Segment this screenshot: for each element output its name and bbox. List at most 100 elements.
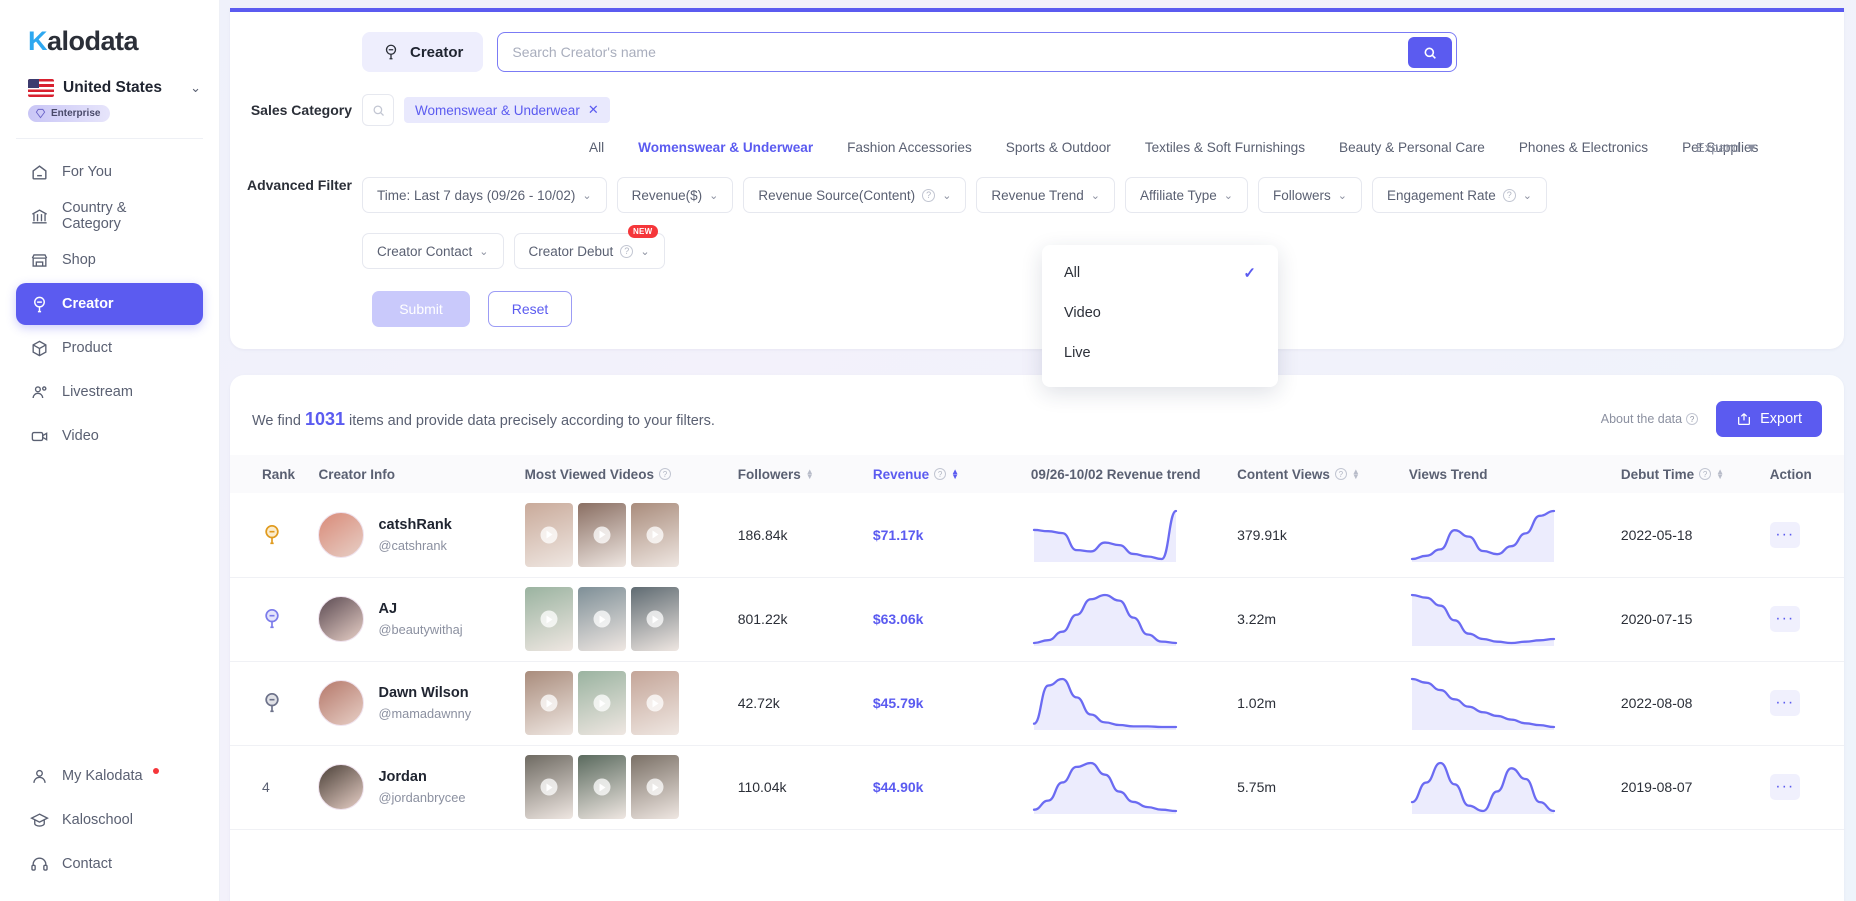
video-thumbnail[interactable] bbox=[525, 755, 573, 819]
video-thumbnail[interactable] bbox=[525, 671, 573, 735]
about-the-data-link[interactable]: About the data ? bbox=[1601, 412, 1698, 426]
export-icon bbox=[1736, 411, 1752, 427]
play-icon bbox=[646, 779, 663, 796]
video-thumbnail[interactable] bbox=[525, 503, 573, 567]
avatar[interactable] bbox=[318, 596, 364, 642]
sparkline-chart bbox=[1409, 676, 1557, 730]
sidebar-item-creator[interactable]: Creator bbox=[16, 283, 203, 325]
video-thumbnail[interactable] bbox=[631, 755, 679, 819]
filter-creator-contact[interactable]: Creator Contact ⌄ bbox=[362, 233, 504, 269]
avatar[interactable] bbox=[318, 680, 364, 726]
cell-creator-info[interactable]: Jordan@jordanbrycee bbox=[312, 745, 518, 829]
logo[interactable]: Kalodata bbox=[0, 0, 219, 63]
search-type-creator-button[interactable]: Creator bbox=[362, 32, 483, 72]
avatar[interactable] bbox=[318, 512, 364, 558]
search-icon bbox=[1422, 45, 1438, 61]
sidebar-item-product[interactable]: Product bbox=[16, 327, 203, 369]
row-actions-button[interactable]: ··· bbox=[1770, 690, 1800, 716]
video-thumbnail[interactable] bbox=[578, 671, 626, 735]
cell-creator-info[interactable]: AJ@beautywithaj bbox=[312, 577, 518, 661]
cell-most-viewed-videos bbox=[519, 745, 732, 829]
cell-views-trend bbox=[1403, 493, 1615, 577]
info-icon[interactable]: ? bbox=[1503, 189, 1516, 202]
info-icon[interactable]: ? bbox=[922, 189, 935, 202]
sidebar-divider bbox=[16, 138, 203, 139]
tab-beauty-personal-care[interactable]: Beauty & Personal Care bbox=[1322, 140, 1502, 155]
creator-table: Rank Creator Info Most Viewed Videos? Fo… bbox=[230, 455, 1844, 830]
col-content-views[interactable]: Content Views?▲▼ bbox=[1231, 455, 1403, 493]
cell-rank bbox=[230, 493, 312, 577]
sidebar-item-shop[interactable]: Shop bbox=[16, 239, 203, 281]
sort-icon[interactable]: ▲▼ bbox=[1352, 469, 1360, 479]
export-button[interactable]: Export bbox=[1716, 401, 1822, 437]
filter-revenue-source-content[interactable]: Revenue Source(Content) ? ⌄ bbox=[743, 177, 966, 213]
row-actions-button[interactable]: ··· bbox=[1770, 522, 1800, 548]
category-search-button[interactable] bbox=[362, 94, 394, 126]
sidebar-item-kaloschool[interactable]: Kaloschool bbox=[16, 799, 203, 841]
sort-icon[interactable]: ▲▼ bbox=[806, 469, 814, 479]
cell-creator-info[interactable]: catshRank@catshrank bbox=[312, 493, 518, 577]
chevron-down-icon: ⌄ bbox=[640, 245, 649, 258]
tab-textiles-soft-furnishings[interactable]: Textiles & Soft Furnishings bbox=[1128, 140, 1322, 155]
selected-category-tag[interactable]: Womenswear & Underwear ✕ bbox=[404, 97, 610, 123]
filter-affiliate-type[interactable]: Affiliate Type ⌄ bbox=[1125, 177, 1248, 213]
sidebar-item-video[interactable]: Video bbox=[16, 415, 203, 457]
cell-followers: 42.72k bbox=[732, 661, 867, 745]
video-thumbnail[interactable] bbox=[578, 503, 626, 567]
row-actions-button[interactable]: ··· bbox=[1770, 606, 1800, 632]
reset-button[interactable]: Reset bbox=[488, 291, 572, 327]
sidebar-item-country-category[interactable]: Country & Category bbox=[16, 195, 203, 237]
results-prefix: We find bbox=[252, 413, 301, 429]
table-row[interactable]: catshRank@catshrank186.84k$71.17k379.91k… bbox=[230, 493, 1844, 577]
sort-icon[interactable]: ▲▼ bbox=[1716, 469, 1724, 479]
dropdown-option-video[interactable]: Video bbox=[1042, 293, 1278, 333]
info-icon[interactable]: ? bbox=[659, 468, 671, 480]
search-submit-button[interactable] bbox=[1408, 37, 1452, 68]
info-icon[interactable]: ? bbox=[1699, 468, 1711, 480]
filter-engagement-rate[interactable]: Engagement Rate ? ⌄ bbox=[1372, 177, 1547, 213]
cell-creator-info[interactable]: Dawn Wilson@mamadawnny bbox=[312, 661, 518, 745]
sidebar-item-livestream[interactable]: Livestream bbox=[16, 371, 203, 413]
avatar[interactable] bbox=[318, 764, 364, 810]
col-revenue[interactable]: Revenue?▲▼ bbox=[867, 455, 1025, 493]
table-row[interactable]: AJ@beautywithaj801.22k$63.06k3.22m2020-0… bbox=[230, 577, 1844, 661]
search-box[interactable] bbox=[497, 32, 1457, 72]
info-icon[interactable]: ? bbox=[620, 245, 633, 258]
tab-phones-electronics[interactable]: Phones & Electronics bbox=[1502, 140, 1665, 155]
play-icon bbox=[646, 695, 663, 712]
filter-time[interactable]: Time: Last 7 days (09/26 - 10/02) ⌄ bbox=[362, 177, 607, 213]
dropdown-option-live[interactable]: Live bbox=[1042, 333, 1278, 373]
video-thumbnail[interactable] bbox=[578, 587, 626, 651]
video-thumbnail[interactable] bbox=[631, 671, 679, 735]
video-thumbnail[interactable] bbox=[631, 587, 679, 651]
filter-followers[interactable]: Followers ⌄ bbox=[1258, 177, 1362, 213]
close-icon[interactable]: ✕ bbox=[588, 102, 599, 118]
filter-revenue[interactable]: Revenue($) ⌄ bbox=[617, 177, 734, 213]
sort-icon[interactable]: ▲▼ bbox=[951, 469, 959, 479]
sidebar-item-contact[interactable]: Contact bbox=[16, 843, 203, 885]
dropdown-option-all[interactable]: All ✓ bbox=[1042, 253, 1278, 293]
tab-womenswear-underwear[interactable]: Womenswear & Underwear bbox=[621, 140, 830, 155]
expand-tabs-button[interactable]: Expand ▼ bbox=[1696, 140, 1758, 155]
tab-sports-outdoor[interactable]: Sports & Outdoor bbox=[989, 140, 1128, 155]
tab-fashion-accessories[interactable]: Fashion Accessories bbox=[830, 140, 989, 155]
col-followers[interactable]: Followers▲▼ bbox=[732, 455, 867, 493]
table-row[interactable]: Dawn Wilson@mamadawnny42.72k$45.79k1.02m… bbox=[230, 661, 1844, 745]
col-debut-time[interactable]: Debut Time?▲▼ bbox=[1615, 455, 1764, 493]
video-thumbnail[interactable] bbox=[631, 503, 679, 567]
filter-creator-debut[interactable]: NEW Creator Debut ? ⌄ bbox=[514, 233, 665, 269]
search-row: Creator bbox=[230, 12, 1844, 72]
row-actions-button[interactable]: ··· bbox=[1770, 774, 1800, 800]
search-input[interactable] bbox=[512, 44, 1456, 60]
tab-all[interactable]: All bbox=[572, 140, 621, 155]
filter-revenue-trend[interactable]: Revenue Trend ⌄ bbox=[976, 177, 1115, 213]
info-icon[interactable]: ? bbox=[1335, 468, 1347, 480]
sidebar-item-for-you[interactable]: For You bbox=[16, 151, 203, 193]
video-thumbnail[interactable] bbox=[578, 755, 626, 819]
country-selector[interactable]: United States ⌄ bbox=[0, 63, 219, 97]
sidebar-item-my-kalodata[interactable]: My Kalodata bbox=[16, 755, 203, 797]
table-row[interactable]: 4Jordan@jordanbrycee110.04k$44.90k5.75m2… bbox=[230, 745, 1844, 829]
submit-button[interactable]: Submit bbox=[372, 291, 470, 327]
info-icon[interactable]: ? bbox=[934, 468, 946, 480]
video-thumbnail[interactable] bbox=[525, 587, 573, 651]
